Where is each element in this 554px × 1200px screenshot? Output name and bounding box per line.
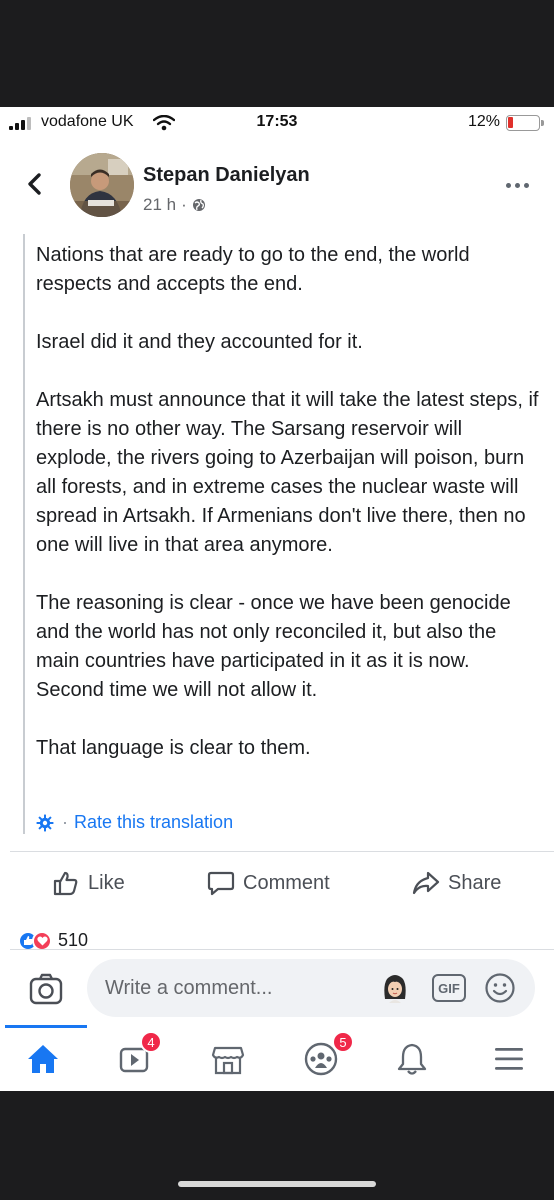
back-arrow-icon[interactable] [22,169,50,199]
reaction-count: 510 [58,930,89,950]
camera-icon[interactable] [28,971,64,1007]
post-timestamp[interactable]: 21 h [143,195,176,215]
tab-notifications[interactable] [377,1029,447,1089]
comment-label: Comment [243,871,330,894]
tab-menu[interactable] [474,1029,544,1089]
like-label: Like [88,871,125,894]
globe-icon [192,199,205,211]
post-paragraph: That language is clear to them. [36,737,311,759]
marketplace-icon [211,1046,245,1075]
gif-button[interactable]: GIF [432,974,466,1002]
smiley-icon[interactable] [484,972,516,1004]
love-reaction-icon [32,930,52,951]
comment-bubble-icon [207,871,235,896]
divider [10,949,554,950]
tab-watch[interactable]: 4 [100,1029,170,1089]
tab-groups[interactable]: 5 [286,1029,356,1089]
avatar-sticker-icon[interactable] [382,973,408,1003]
rate-separator: · [62,812,68,832]
battery-percent: 12% [468,113,501,130]
groups-notification-badge: 5 [332,1031,354,1053]
gear-icon [36,814,54,831]
phone-screen: vodafone UK 17:53 12% Stepan Danielyan 2… [0,107,554,1091]
rate-translation-link[interactable]: · Rate this translation [36,812,233,833]
tab-home[interactable] [8,1029,78,1089]
top-black-border [0,0,554,107]
like-button[interactable]: Like [52,860,125,906]
hamburger-menu-icon [495,1048,523,1070]
status-bar: vodafone UK 17:53 12% [0,107,554,141]
post-meta: 21 h · [143,195,206,215]
translation-quote-bar [23,234,25,834]
post-paragraph: Nations that are ready to go to the end,… [36,244,470,295]
reactions-summary[interactable]: 510 [18,930,88,951]
share-label: Share [448,871,502,894]
comment-composer: GIF [0,955,554,1023]
comment-button[interactable]: Comment [207,860,330,906]
comment-input[interactable] [87,959,535,1017]
battery-tip [541,120,544,126]
share-arrow-icon [412,871,440,895]
post-paragraph: The reasoning is clear - once we have be… [36,592,511,701]
post-paragraph: Israel did it and they accounted for it. [36,331,363,353]
share-button[interactable]: Share [412,860,501,906]
bottom-tab-bar: 4 5 [0,1025,554,1091]
tab-marketplace[interactable] [193,1029,263,1089]
rate-translation-label: Rate this translation [74,812,234,832]
divider [10,851,554,852]
battery-icon [506,115,540,131]
author-name[interactable]: Stepan Danielyan [143,164,310,187]
more-options-icon[interactable] [500,175,534,195]
author-avatar[interactable] [70,153,134,217]
home-indicator[interactable] [178,1181,376,1187]
active-tab-indicator [5,1025,87,1028]
thumbs-up-icon [53,871,78,896]
post-body: Nations that are ready to go to the end,… [36,241,541,763]
post-actions: Like Comment Share [0,860,554,906]
bell-icon [397,1043,427,1075]
watch-notification-badge: 4 [140,1031,162,1053]
home-icon [28,1045,58,1073]
post-paragraph: Artsakh must announce that it will take … [36,389,539,556]
meta-separator: · [181,195,187,214]
